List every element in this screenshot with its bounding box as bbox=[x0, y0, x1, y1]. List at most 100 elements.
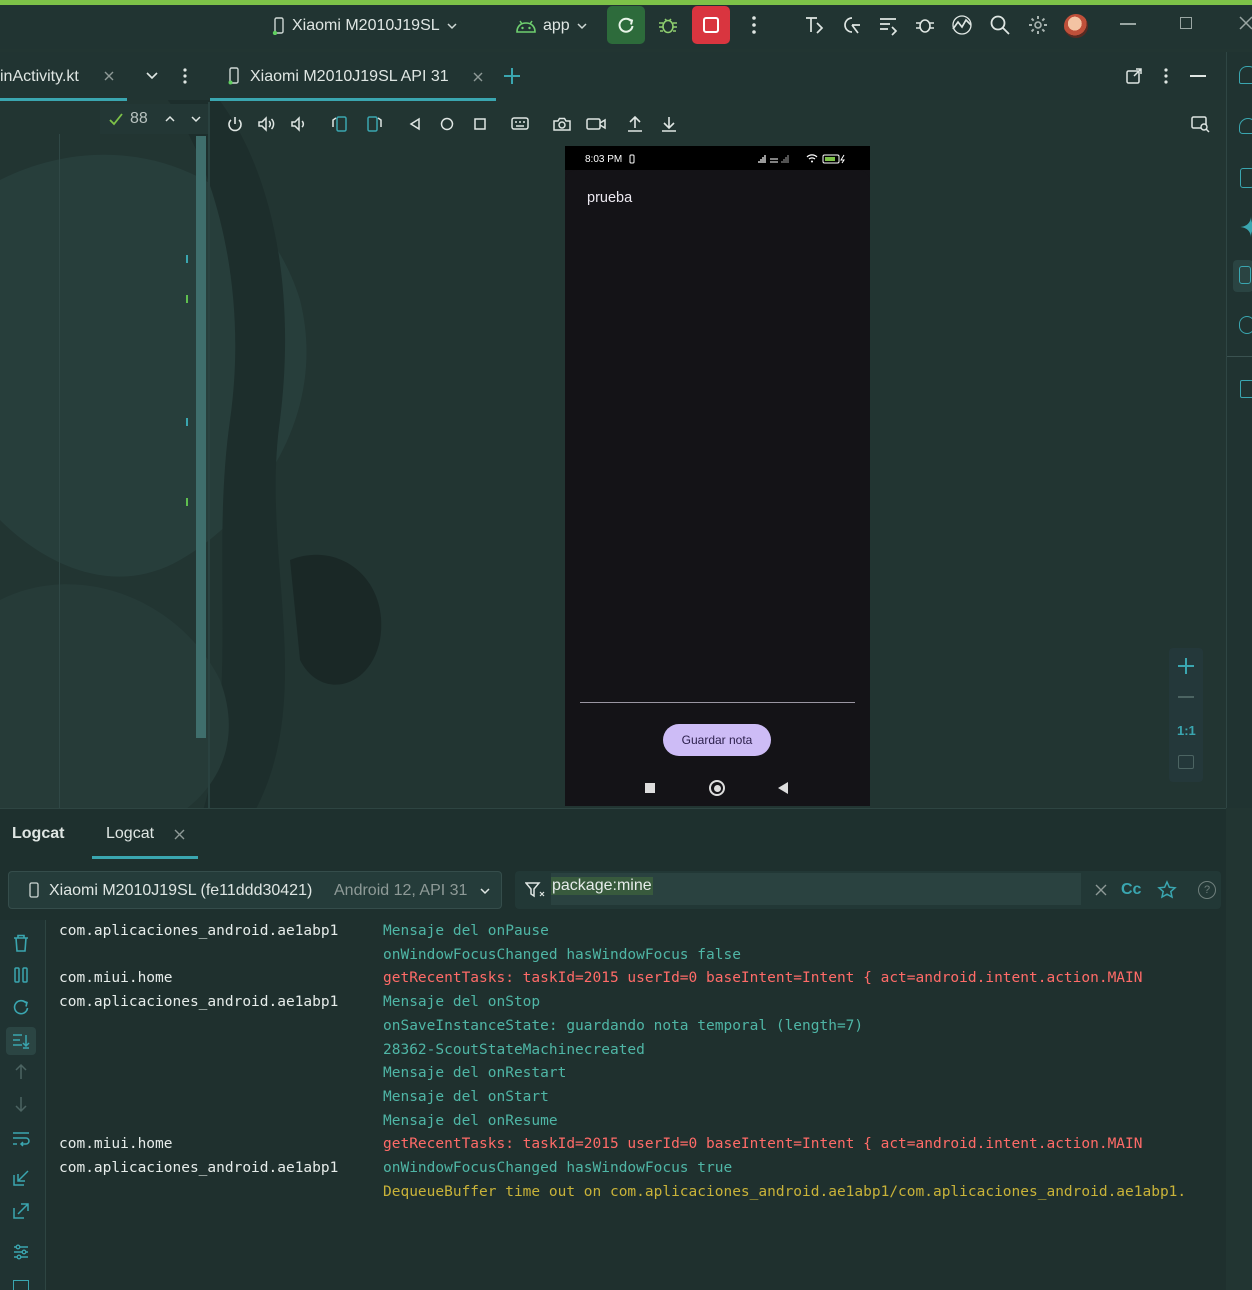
rerun-button[interactable] bbox=[607, 6, 645, 44]
previous-occurrence-button[interactable] bbox=[14, 1063, 28, 1081]
nav-back-icon[interactable] bbox=[777, 782, 789, 794]
clear-filter-button[interactable] bbox=[1095, 884, 1107, 896]
profiler-button[interactable] bbox=[951, 14, 973, 36]
back-button[interactable] bbox=[408, 117, 422, 131]
log-row[interactable]: com.aplicaciones_android.ae1abp1 onWindow… bbox=[46, 1160, 1226, 1182]
logcat-side-icon[interactable] bbox=[1240, 380, 1252, 398]
help-button[interactable]: ? bbox=[1198, 881, 1216, 899]
search-button[interactable] bbox=[989, 14, 1011, 36]
clear-logcat-button[interactable] bbox=[12, 933, 30, 953]
zoom-fit-button[interactable] bbox=[1178, 755, 1194, 769]
zoom-actual-size-button[interactable]: 1:1 bbox=[1177, 723, 1196, 738]
pause-logcat-button[interactable] bbox=[12, 966, 30, 984]
volume-down-button[interactable] bbox=[290, 115, 308, 133]
attach-debugger-button[interactable] bbox=[914, 14, 936, 36]
detach-window-button[interactable] bbox=[1125, 67, 1143, 85]
gemini-icon[interactable] bbox=[1239, 216, 1252, 238]
logcat-output[interactable]: com.aplicaciones_android.ae1abp1 Mensaje … bbox=[46, 920, 1226, 1290]
phone-icon bbox=[272, 17, 286, 35]
restart-logcat-button[interactable] bbox=[12, 998, 30, 1016]
more-actions-button[interactable] bbox=[743, 14, 765, 36]
scroll-to-end-button[interactable] bbox=[6, 1027, 36, 1055]
save-note-button[interactable]: Guardar nota bbox=[663, 724, 771, 756]
chevron-down-icon[interactable] bbox=[190, 114, 202, 124]
run-config-selector[interactable]: app bbox=[515, 13, 588, 39]
log-row[interactable]: Mensaje del onResume bbox=[46, 1113, 1226, 1135]
rotate-left-button[interactable] bbox=[331, 115, 349, 133]
log-row[interactable]: DequeueBuffer time out on com.aplicacion… bbox=[46, 1184, 1226, 1206]
close-icon[interactable] bbox=[472, 71, 484, 83]
hide-panel-button[interactable] bbox=[1190, 75, 1206, 77]
upload-button[interactable] bbox=[626, 114, 644, 134]
stop-button[interactable] bbox=[692, 6, 730, 44]
inspections-widget[interactable]: 88 bbox=[100, 104, 208, 134]
power-button[interactable] bbox=[226, 115, 244, 133]
soft-wrap-button[interactable] bbox=[11, 1130, 31, 1148]
import-logs-button[interactable] bbox=[12, 1169, 30, 1187]
tabs-more-button[interactable] bbox=[178, 66, 192, 86]
match-case-button[interactable]: Cc bbox=[1121, 881, 1141, 899]
filter-icon[interactable] bbox=[525, 881, 545, 899]
device-selector[interactable]: Xiaomi M2010J19SL bbox=[272, 13, 458, 39]
chevron-up-icon[interactable] bbox=[164, 114, 176, 124]
export-logs-button[interactable] bbox=[12, 1202, 30, 1220]
maximize-button[interactable] bbox=[1180, 17, 1192, 29]
upload-icon bbox=[628, 115, 642, 132]
editor-scrollbar[interactable] bbox=[196, 136, 206, 738]
running-devices-icon[interactable] bbox=[1233, 260, 1252, 292]
nav-home-icon[interactable] bbox=[709, 780, 725, 796]
log-row[interactable]: Mensaje del onStart bbox=[46, 1089, 1226, 1111]
zoom-out-button[interactable] bbox=[1178, 696, 1194, 698]
gradle-icon[interactable] bbox=[1239, 118, 1252, 134]
log-row[interactable]: com.miui.home getRecentTasks: taskId=2015… bbox=[46, 1136, 1226, 1158]
device-screen[interactable]: 8:03 PM prueba Guardar nota bbox=[565, 146, 870, 806]
close-window-button[interactable] bbox=[1238, 15, 1252, 31]
logcat-settings-button[interactable] bbox=[12, 1243, 30, 1261]
close-icon[interactable] bbox=[174, 829, 185, 840]
download-button[interactable] bbox=[660, 114, 678, 134]
volume-up-button[interactable] bbox=[257, 115, 277, 133]
apply-changes-button[interactable] bbox=[803, 14, 825, 36]
note-text[interactable]: prueba bbox=[587, 190, 632, 206]
close-icon bbox=[1239, 16, 1252, 30]
keyboard-button[interactable] bbox=[510, 115, 530, 133]
close-icon[interactable] bbox=[103, 70, 115, 82]
screenshot-button[interactable] bbox=[552, 115, 572, 133]
log-message: onWindowFocusChanged hasWindowFocus true bbox=[383, 1160, 733, 1176]
device-manager-icon[interactable] bbox=[1240, 168, 1252, 188]
settings-button[interactable] bbox=[1027, 14, 1049, 36]
screen-record-button[interactable] bbox=[585, 115, 607, 133]
log-row[interactable]: com.aplicaciones_android.ae1abp1 Mensaje … bbox=[46, 994, 1226, 1016]
tab-logcat[interactable]: Logcat bbox=[92, 808, 198, 860]
apply-code-changes-button[interactable] bbox=[840, 14, 862, 36]
logcat-filter-input[interactable]: package:mine bbox=[551, 873, 1081, 905]
favorite-filter-button[interactable] bbox=[1157, 880, 1177, 900]
logcat-device-select[interactable]: Xiaomi M2010J19SL (fe11ddd30421) Android… bbox=[8, 871, 502, 909]
zoom-in-button[interactable] bbox=[1176, 656, 1196, 676]
minimize-button[interactable] bbox=[1120, 23, 1136, 25]
avatar[interactable] bbox=[1064, 14, 1088, 38]
debug-button[interactable] bbox=[657, 14, 679, 36]
split-panel-icon[interactable] bbox=[13, 1280, 29, 1290]
tabs-dropdown-button[interactable] bbox=[145, 70, 159, 82]
log-row[interactable]: com.miui.home getRecentTasks: taskId=2015… bbox=[46, 970, 1226, 992]
tab-running-device[interactable]: Xiaomi M2010J19SL API 31 bbox=[210, 52, 496, 101]
log-row[interactable]: 28362-ScoutStateMachinecreated bbox=[46, 1042, 1226, 1064]
log-row[interactable]: com.aplicaciones_android.ae1abp1 Mensaje … bbox=[46, 923, 1226, 945]
rotate-right-button[interactable] bbox=[365, 115, 383, 133]
home-button[interactable] bbox=[440, 117, 454, 131]
nav-recents-icon[interactable] bbox=[645, 783, 655, 793]
sync-gradle-button[interactable] bbox=[877, 14, 899, 36]
log-row[interactable]: Mensaje del onRestart bbox=[46, 1065, 1226, 1087]
log-row[interactable]: onWindowFocusChanged hasWindowFocus fals… bbox=[46, 947, 1226, 969]
app-inspection-icon[interactable] bbox=[1239, 316, 1252, 334]
add-device-tab-button[interactable] bbox=[502, 66, 522, 86]
overview-button[interactable] bbox=[473, 117, 487, 131]
next-occurrence-button[interactable] bbox=[14, 1095, 28, 1113]
phone-icon bbox=[29, 882, 39, 898]
display-settings-button[interactable] bbox=[1190, 115, 1210, 133]
log-row[interactable]: onSaveInstanceState: guardando nota temp… bbox=[46, 1018, 1226, 1040]
tab-file[interactable]: inActivity.kt bbox=[0, 52, 127, 101]
panel-options-button[interactable] bbox=[1159, 66, 1173, 86]
notifications-icon[interactable] bbox=[1239, 66, 1252, 84]
